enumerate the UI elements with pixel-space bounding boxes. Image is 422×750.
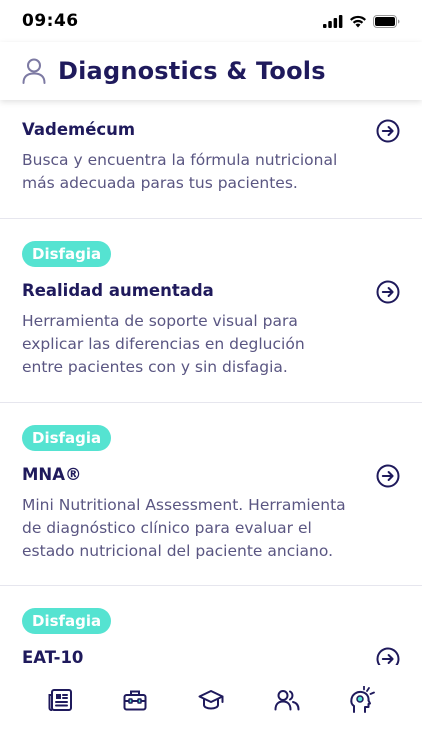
tool-description: Herramienta de soporte visual para expli…	[22, 312, 305, 376]
page-title: Diagnostics & Tools	[58, 57, 326, 85]
tab-learning[interactable]	[196, 685, 226, 715]
tool-title: EAT-10	[22, 648, 84, 665]
battery-icon	[373, 14, 400, 28]
head-idea-icon	[350, 686, 376, 713]
tool-title: Vademécum	[22, 120, 136, 139]
tool-card-realidad-aumentada[interactable]: Disfagia Realidad aumentada Herramienta …	[0, 219, 422, 403]
tab-profile[interactable]	[347, 685, 377, 715]
toolbox-icon	[123, 690, 147, 711]
tool-card-eat-10[interactable]: Disfagia EAT-10	[0, 586, 422, 665]
signal-icon	[323, 14, 343, 28]
tab-news[interactable]	[45, 685, 75, 715]
tool-description: Busca y encuentra la fórmula nutricional…	[22, 151, 338, 192]
user-icon[interactable]	[22, 58, 46, 84]
wifi-icon	[350, 15, 366, 27]
news-icon	[48, 689, 72, 711]
tab-tools[interactable]	[120, 685, 150, 715]
tool-card-vademecum[interactable]: Vademécum Busca y encuentra la fórmula n…	[0, 100, 422, 219]
app-header: Diagnostics & Tools	[0, 42, 422, 100]
bottom-tab-bar	[0, 665, 422, 750]
tool-description: Mini Nutritional Assessment. Herramienta…	[22, 496, 346, 560]
tool-card-mna[interactable]: Disfagia MNA® Mini Nutritional Assessmen…	[0, 403, 422, 586]
arrow-right-circle-icon[interactable]	[376, 280, 400, 304]
category-badge: Disfagia	[22, 425, 112, 451]
tool-title: MNA®	[22, 465, 82, 484]
category-badge: Disfagia	[22, 608, 112, 634]
status-bar: 09:46	[0, 0, 422, 42]
tool-title: Realidad aumentada	[22, 281, 214, 300]
status-time: 09:46	[22, 11, 79, 31]
users-icon	[274, 690, 300, 711]
tools-list[interactable]: Vademécum Busca y encuentra la fórmula n…	[0, 100, 422, 665]
category-badge: Disfagia	[22, 241, 112, 267]
tab-community[interactable]	[272, 685, 302, 715]
graduation-cap-icon	[198, 690, 224, 710]
arrow-right-circle-icon[interactable]	[376, 647, 400, 665]
status-icons	[323, 14, 400, 28]
arrow-right-circle-icon[interactable]	[376, 464, 400, 488]
arrow-right-circle-icon[interactable]	[376, 119, 400, 143]
